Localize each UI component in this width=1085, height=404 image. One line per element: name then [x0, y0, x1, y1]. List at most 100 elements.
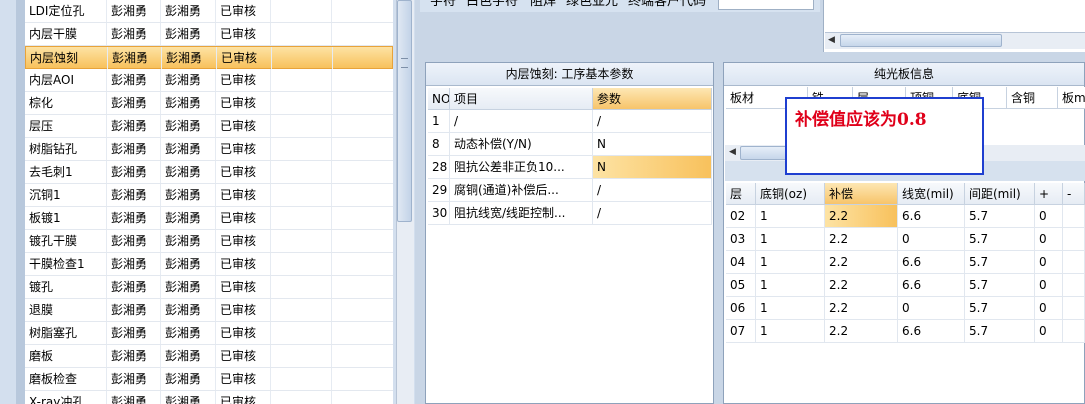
- layer-cell[interactable]: 2.2: [825, 205, 898, 228]
- layer-cell[interactable]: 0: [1035, 251, 1063, 274]
- col-header-no[interactable]: NO: [428, 88, 450, 110]
- process-row[interactable]: 镀孔 彭湘勇 彭湘勇 已审核: [25, 276, 393, 299]
- layer-cell[interactable]: [1063, 251, 1085, 274]
- layer-cell[interactable]: 2.2: [825, 228, 898, 251]
- layer-cell[interactable]: 2.2: [825, 251, 898, 274]
- process-row[interactable]: 镀孔干膜 彭湘勇 彭湘勇 已审核: [25, 230, 393, 253]
- arrow-left-icon[interactable]: ◀: [828, 35, 835, 45]
- process-row[interactable]: 内层蚀刻 彭湘勇 彭湘勇 已审核: [25, 46, 393, 69]
- layer-col-header[interactable]: 层: [726, 183, 756, 205]
- param-row-item[interactable]: 腐铜(通道)补偿后...: [450, 179, 593, 202]
- layer-cell[interactable]: 0: [1035, 297, 1063, 320]
- layer-cell[interactable]: 1: [756, 297, 825, 320]
- param-row-no[interactable]: 8: [428, 133, 450, 156]
- splitter-handle[interactable]: [16, 0, 25, 404]
- layer-cell[interactable]: 6.6: [898, 274, 965, 297]
- layer-cell[interactable]: 5.7: [965, 228, 1035, 251]
- process-row[interactable]: 层压 彭湘勇 彭湘勇 已审核: [25, 115, 393, 138]
- layer-cell[interactable]: 05: [726, 274, 756, 297]
- layer-cell[interactable]: 1: [756, 228, 825, 251]
- layer-cell[interactable]: 1: [756, 320, 825, 343]
- status-text: 已审核: [216, 69, 271, 91]
- param-row-value[interactable]: N: [593, 133, 712, 156]
- layer-cell[interactable]: 0: [898, 228, 965, 251]
- layer-cell[interactable]: 0: [1035, 228, 1063, 251]
- param-row-value[interactable]: /: [593, 179, 712, 202]
- layer-cell[interactable]: 2.2: [825, 297, 898, 320]
- process-row[interactable]: 棕化 彭湘勇 彭湘勇 已审核: [25, 92, 393, 115]
- layer-cell[interactable]: 6.6: [898, 205, 965, 228]
- process-row[interactable]: 干膜检查1 彭湘勇 彭湘勇 已审核: [25, 253, 393, 276]
- layer-cell[interactable]: 02: [726, 205, 756, 228]
- layer-cell[interactable]: 03: [726, 228, 756, 251]
- layer-col-header[interactable]: +: [1035, 183, 1063, 205]
- col-header-item[interactable]: 项目: [450, 88, 593, 110]
- layer-cell[interactable]: 5.7: [965, 205, 1035, 228]
- layer-cell[interactable]: 2.2: [825, 274, 898, 297]
- layer-cell[interactable]: 04: [726, 251, 756, 274]
- layer-cell[interactable]: 1: [756, 251, 825, 274]
- process-name: 磨板检查: [25, 368, 107, 390]
- layer-cell[interactable]: 2.2: [825, 320, 898, 343]
- param-row-item[interactable]: 动态补偿(Y/N): [450, 133, 593, 156]
- process-row[interactable]: 树脂塞孔 彭湘勇 彭湘勇 已审核: [25, 322, 393, 345]
- layer-cell[interactable]: 1: [756, 205, 825, 228]
- process-row[interactable]: 磨板检查 彭湘勇 彭湘勇 已审核: [25, 368, 393, 391]
- layer-col-header[interactable]: 底铜(oz): [756, 183, 825, 205]
- process-row[interactable]: 树脂钻孔 彭湘勇 彭湘勇 已审核: [25, 138, 393, 161]
- process-list-scroll-thumb[interactable]: [397, 0, 412, 222]
- param-row-value[interactable]: /: [593, 110, 712, 133]
- bare-board-col-header[interactable]: 含铜: [1007, 87, 1058, 109]
- process-name: 树脂塞孔: [25, 322, 107, 344]
- layer-cell[interactable]: 5.7: [965, 320, 1035, 343]
- layer-col-header[interactable]: 间距(mil): [965, 183, 1035, 205]
- param-row-no[interactable]: 30: [428, 202, 450, 225]
- process-row[interactable]: 沉铜1 彭湘勇 彭湘勇 已审核: [25, 184, 393, 207]
- layer-cell[interactable]: [1063, 320, 1085, 343]
- layer-cell[interactable]: 0: [898, 297, 965, 320]
- layer-cell[interactable]: [1063, 297, 1085, 320]
- param-row-item[interactable]: /: [450, 110, 593, 133]
- layer-cell[interactable]: [1063, 228, 1085, 251]
- layer-cell[interactable]: 5.7: [965, 297, 1035, 320]
- end-customer-code-input[interactable]: [718, 0, 814, 10]
- arrow-left-icon[interactable]: ◀: [729, 147, 736, 157]
- bare-board-col-header[interactable]: 板mm: [1058, 87, 1085, 109]
- status-text: 已审核: [216, 391, 271, 404]
- param-row-no[interactable]: 1: [428, 110, 450, 133]
- param-row-value[interactable]: /: [593, 202, 712, 225]
- param-row-item[interactable]: 阻抗线宽/线距控制...: [450, 202, 593, 225]
- layer-cell[interactable]: 0: [1035, 274, 1063, 297]
- process-row[interactable]: 去毛刺1 彭湘勇 彭湘勇 已审核: [25, 161, 393, 184]
- reviewer: 彭湘勇: [161, 322, 216, 344]
- layer-col-header[interactable]: -: [1063, 183, 1085, 205]
- process-row[interactable]: 磨板 彭湘勇 彭湘勇 已审核: [25, 345, 393, 368]
- layer-cell[interactable]: 07: [726, 320, 756, 343]
- status-text: 已审核: [216, 368, 271, 390]
- layer-cell[interactable]: 5.7: [965, 274, 1035, 297]
- param-row-value[interactable]: N: [593, 156, 712, 179]
- process-row[interactable]: 内层干膜 彭湘勇 彭湘勇 已审核: [25, 23, 393, 46]
- top-horizontal-scroll-thumb[interactable]: [840, 34, 1002, 47]
- layer-cell[interactable]: 1: [756, 274, 825, 297]
- param-row-no[interactable]: 28: [428, 156, 450, 179]
- layer-cell[interactable]: 6.6: [898, 251, 965, 274]
- layer-col-header[interactable]: 补偿: [825, 183, 898, 205]
- process-row[interactable]: 退膜 彭湘勇 彭湘勇 已审核: [25, 299, 393, 322]
- process-row[interactable]: 板镀1 彭湘勇 彭湘勇 已审核: [25, 207, 393, 230]
- maker: 彭湘勇: [107, 368, 161, 390]
- layer-col-header[interactable]: 线宽(mil): [898, 183, 965, 205]
- process-row[interactable]: X-ray冲孔 彭湘勇 彭湘勇 已审核: [25, 391, 393, 404]
- layer-cell[interactable]: [1063, 205, 1085, 228]
- layer-cell[interactable]: 0: [1035, 205, 1063, 228]
- layer-cell[interactable]: [1063, 274, 1085, 297]
- process-row[interactable]: LDI定位孔 彭湘勇 彭湘勇 已审核: [25, 0, 393, 23]
- layer-cell[interactable]: 06: [726, 297, 756, 320]
- col-header-param[interactable]: 参数: [593, 88, 712, 110]
- param-row-item[interactable]: 阻抗公差非正负10...: [450, 156, 593, 179]
- layer-cell[interactable]: 0: [1035, 320, 1063, 343]
- process-row[interactable]: 内层AOI 彭湘勇 彭湘勇 已审核: [25, 69, 393, 92]
- param-row-no[interactable]: 29: [428, 179, 450, 202]
- layer-cell[interactable]: 6.6: [898, 320, 965, 343]
- layer-cell[interactable]: 5.7: [965, 251, 1035, 274]
